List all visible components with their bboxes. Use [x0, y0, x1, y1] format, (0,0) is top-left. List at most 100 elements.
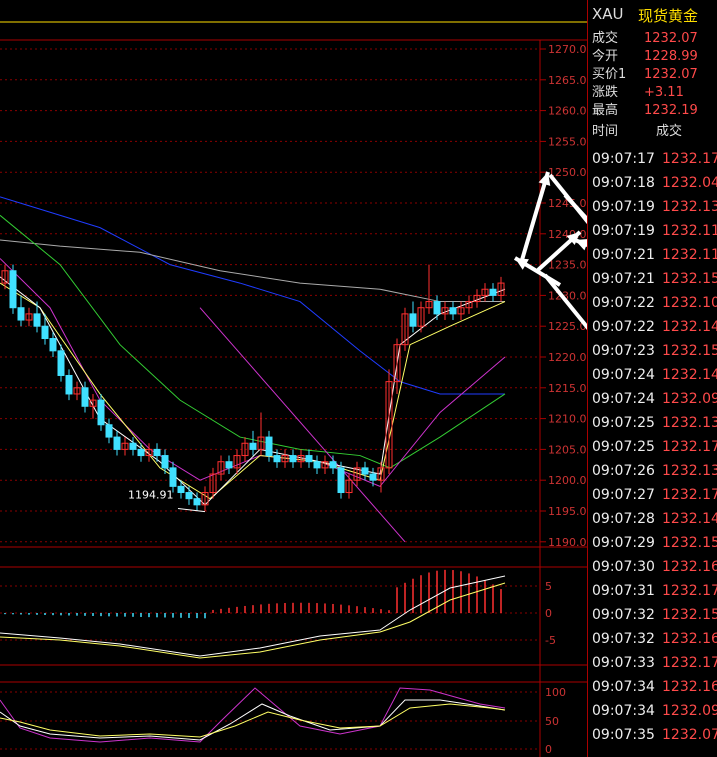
candle-body [433, 301, 441, 315]
tick-time: 09:07:32 [592, 607, 655, 623]
price-axis-label: 1260.0 [548, 105, 587, 118]
quote-row: 成交 1232.07 [592, 30, 717, 47]
tick-row: 09:07:22 1232.14 [592, 316, 717, 338]
quote-value: +3.11 [644, 85, 684, 100]
tick-price: 1232.15 [662, 343, 717, 359]
ticks-header-time: 时间 [592, 124, 619, 139]
tick-time: 09:07:27 [592, 487, 655, 503]
candle-body [193, 498, 201, 506]
tick-time: 09:07:23 [592, 343, 655, 359]
price-axis-label: 1190.0 [548, 536, 587, 549]
price-axis-label: 1195.0 [548, 505, 587, 518]
quote-row: 买价1 1232.07 [592, 66, 717, 83]
price-axis-label: 1200.0 [548, 474, 587, 487]
tick-time: 09:07:34 [592, 679, 655, 695]
tick-row: 09:07:24 1232.09 [592, 388, 717, 410]
candle-body [81, 387, 89, 407]
tick-price: 1232.17 [662, 655, 717, 671]
tick-row: 09:07:21 1232.15 [592, 268, 717, 290]
symbol-name: 现货黄金 [638, 7, 699, 25]
quote-value: 1228.99 [644, 49, 698, 64]
tick-time: 09:07:31 [592, 583, 655, 599]
candle-body [105, 424, 113, 438]
candle-body [137, 448, 145, 457]
tick-time: 09:07:32 [592, 631, 655, 647]
quote-label: 涨跌 [592, 85, 619, 100]
price-axis-label: 1270.0 [548, 43, 587, 56]
tick-row: 09:07:23 1232.15 [592, 340, 717, 362]
candle-body [49, 338, 57, 352]
candle-body [41, 325, 49, 340]
candle-body [9, 270, 17, 309]
tick-time: 09:07:26 [592, 463, 655, 479]
tick-time: 09:07:19 [592, 223, 655, 239]
tick-row: 09:07:35 1232.07 [592, 724, 717, 746]
quote-label: 成交 [592, 31, 619, 46]
price-axis-label: 1255.0 [548, 135, 587, 148]
tick-price: 1232.13 [662, 199, 717, 215]
candle-body [65, 374, 73, 395]
kline-chart[interactable]: 1270.01265.01260.01255.01250.01245.01240… [0, 0, 587, 757]
candle-body [329, 461, 337, 469]
quote-row: 涨跌 +3.11 [592, 84, 717, 101]
candle-body [409, 313, 417, 327]
price-axis-label: 1220.0 [548, 351, 587, 364]
tick-time: 09:07:34 [592, 703, 655, 719]
price-axis-label: 1240.0 [548, 228, 587, 241]
tick-price: 1232.11 [662, 247, 717, 263]
tick-price: 1232.17 [662, 583, 717, 599]
tick-row: 09:07:25 1232.13 [592, 412, 717, 434]
candle-body [185, 492, 193, 500]
price-axis-label: 1205.0 [548, 443, 587, 456]
tick-price: 1232.17 [662, 439, 717, 455]
tick-price: 1232.13 [662, 463, 717, 479]
tick-row: 09:07:21 1232.11 [592, 244, 717, 266]
tick-time: 09:07:17 [592, 151, 655, 167]
candle-body [337, 467, 345, 494]
macd-axis-label: 0 [545, 607, 552, 620]
candle-body [273, 455, 281, 463]
candle-body [225, 461, 233, 469]
candle-body [489, 288, 497, 296]
tick-row: 09:07:29 1232.15 [592, 532, 717, 554]
macd-axis-label: -5 [545, 634, 556, 647]
quote-row: 最高 1232.19 [592, 102, 717, 119]
candle-body [57, 350, 65, 376]
tick-time: 09:07:33 [592, 655, 655, 671]
price-axis-label: 1235.0 [548, 259, 587, 272]
quote-value: 1232.07 [644, 67, 698, 82]
tick-time: 09:07:35 [592, 727, 655, 743]
tick-row: 09:07:34 1232.09 [592, 700, 717, 722]
tick-price: 1232.04 [662, 175, 717, 191]
tick-time: 09:07:22 [592, 295, 655, 311]
candle-body [177, 485, 185, 494]
tick-price: 1232.15 [662, 607, 717, 623]
arrow-2 [548, 173, 587, 225]
candle-body [289, 455, 297, 463]
tick-price: 1232.09 [662, 703, 717, 719]
tick-row: 09:07:32 1232.15 [592, 604, 717, 626]
tick-row: 09:07:31 1232.17 [592, 580, 717, 602]
tick-row: 09:07:32 1232.16 [592, 628, 717, 650]
tick-price: 1232.17 [662, 151, 717, 167]
tick-time: 09:07:29 [592, 535, 655, 551]
tick-time: 09:07:30 [592, 559, 655, 575]
tick-row: 09:07:30 1232.16 [592, 556, 717, 578]
price-axis-label: 1215.0 [548, 382, 587, 395]
candle-body [33, 313, 41, 327]
kdj-j-line [0, 687, 506, 743]
tick-row: 09:07:18 1232.04 [592, 172, 717, 194]
quote-label: 买价1 [592, 67, 627, 82]
tick-row: 09:07:27 1232.17 [592, 484, 717, 506]
ticks-header-price: 成交 [656, 124, 683, 139]
symbol-code: XAU [592, 5, 624, 23]
tick-row: 09:07:34 1232.16 [592, 676, 717, 698]
tick-time: 09:07:25 [592, 439, 655, 455]
candle-body [169, 467, 177, 487]
quote-value: 1232.07 [644, 31, 698, 46]
price-axis-label: 1210.0 [548, 413, 587, 426]
tick-row: 09:07:24 1232.14 [592, 364, 717, 386]
low-price-label: 1194.91 [128, 489, 174, 502]
candle-body [161, 455, 169, 469]
tick-row: 09:07:25 1232.17 [592, 436, 717, 458]
